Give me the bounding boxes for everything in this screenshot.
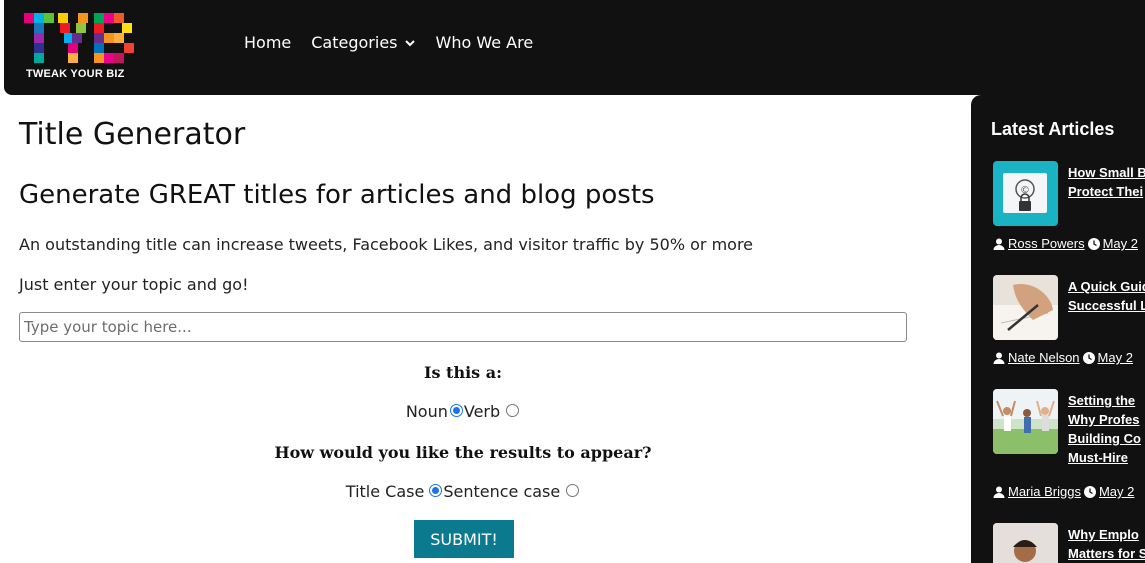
result-format-question: How would you like the results to appear… — [274, 443, 652, 462]
title-case-option[interactable]: Title Case — [346, 482, 444, 501]
verb-option[interactable]: Verb — [464, 402, 520, 421]
team-celebration-image — [993, 389, 1058, 454]
nav-who-we-are[interactable]: Who We Are — [436, 33, 534, 52]
article-meta: Maria Briggs May 2 — [993, 484, 1134, 499]
noun-radio[interactable] — [449, 404, 463, 417]
user-icon — [993, 352, 1005, 364]
latest-articles-sidebar: Latest Articles © How Small B Protect Th… — [971, 95, 1145, 563]
word-type-question: Is this a: — [423, 363, 502, 382]
article-title[interactable]: A Quick Guid Successful L — [1068, 277, 1145, 315]
article-thumbnail[interactable]: © — [993, 161, 1058, 226]
result-format-options: Title Case Sentence case — [19, 482, 907, 501]
article-author[interactable]: Nate Nelson — [1008, 350, 1080, 365]
copyright-lock-image: © — [1003, 173, 1047, 213]
article-thumbnail[interactable] — [993, 389, 1058, 454]
sentence-case-radio[interactable] — [566, 484, 580, 497]
user-icon — [993, 238, 1005, 250]
sidebar-title: Latest Articles — [991, 119, 1115, 139]
article-title[interactable]: Why Emplo Matters for S — [1068, 525, 1145, 563]
smiling-employee-image — [993, 523, 1058, 563]
topic-input[interactable] — [19, 312, 907, 342]
chevron-down-icon — [404, 39, 415, 46]
title-case-radio[interactable] — [429, 484, 443, 497]
noun-label: Noun — [405, 402, 448, 421]
description-text: An outstanding title can increase tweets… — [19, 235, 754, 254]
nav-home-label: Home — [244, 33, 292, 52]
article-meta: Nate Nelson May 2 — [993, 350, 1133, 365]
nav-who-we-are-label: Who We Are — [435, 33, 534, 52]
sentence-case-label: Sentence case — [443, 482, 561, 501]
article-author[interactable]: Maria Briggs — [1008, 484, 1081, 499]
instruction-text: Just enter your topic and go! — [19, 275, 249, 294]
article-thumbnail[interactable] — [993, 523, 1058, 563]
site-header: TWEAK YOUR BIZ Home Categories Who We Ar… — [4, 0, 1145, 95]
article-author[interactable]: Ross Powers — [1008, 236, 1085, 251]
page-subtitle: Generate GREAT titles for articles and b… — [19, 180, 655, 210]
word-type-options: Noun Verb — [19, 402, 907, 421]
article-thumbnail[interactable] — [993, 275, 1058, 340]
submit-button[interactable]: SUBMIT! — [414, 520, 514, 558]
article-date: May 2 — [1098, 484, 1135, 499]
article-date: May 2 — [1097, 350, 1133, 365]
article-date: May 2 — [1102, 236, 1138, 251]
site-logo[interactable]: TWEAK YOUR BIZ — [24, 13, 139, 83]
nav-home[interactable]: Home — [244, 33, 291, 52]
clock-icon — [1082, 351, 1095, 364]
signing-document-image — [993, 284, 1058, 340]
article-meta: Ross Powers May 2 — [993, 236, 1138, 251]
sentence-case-option[interactable]: Sentence case — [443, 482, 580, 501]
title-case-label: Title Case — [345, 482, 425, 501]
tyb-logo-mark — [24, 13, 134, 63]
main-nav: Home Categories Who We Are — [244, 33, 533, 52]
user-icon — [993, 486, 1005, 498]
article-title[interactable]: Setting the Why Profes Building Co Must-… — [1068, 391, 1145, 467]
page-title: Title Generator — [19, 117, 246, 152]
verb-label: Verb — [463, 402, 501, 421]
noun-option[interactable]: Noun — [406, 402, 464, 421]
nav-categories-label: Categories — [311, 33, 398, 52]
verb-radio[interactable] — [506, 404, 520, 417]
clock-icon — [1087, 237, 1100, 250]
article-title[interactable]: How Small B Protect Thei — [1068, 163, 1145, 201]
logo-text: TWEAK YOUR BIZ — [26, 68, 125, 80]
nav-categories[interactable]: Categories — [311, 33, 415, 52]
clock-icon — [1083, 485, 1096, 498]
